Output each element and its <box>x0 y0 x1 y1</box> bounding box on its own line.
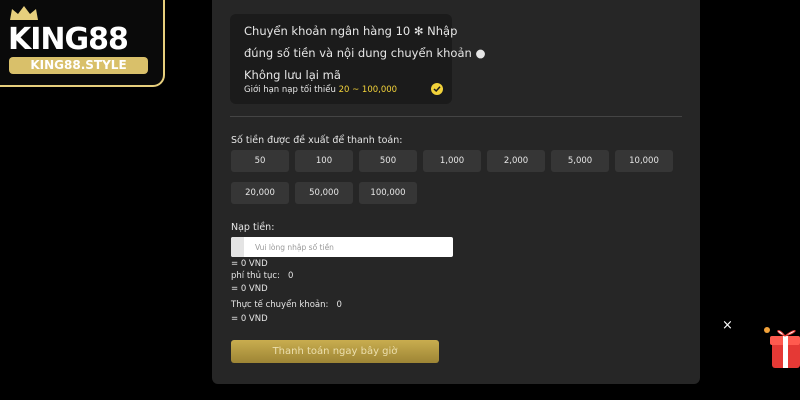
divider <box>230 116 682 117</box>
amount-button-500[interactable]: 500 <box>359 150 417 172</box>
min-limit-text: Giới hạn nạp tối thiểu 20 ~ 100,000 <box>244 85 397 95</box>
info-line-1: Chuyển khoản ngân hàng 10 ✻ Nhập <box>244 24 458 38</box>
amount-button-2000[interactable]: 2,000 <box>487 150 545 172</box>
actual-equals: = 0 VND <box>231 314 268 324</box>
king88-logo: KING88 KING88.STYLE <box>0 0 165 87</box>
amount-button-50000[interactable]: 50,000 <box>295 182 353 204</box>
logo-text: KING88 <box>8 22 129 57</box>
info-line-2: đúng số tiền và nội dung chuyển khoản ● <box>244 46 486 60</box>
actual-label: Thực tế chuyển khoản: <box>231 300 329 310</box>
actual-value: 0 <box>336 300 342 310</box>
amount-input[interactable] <box>247 237 455 257</box>
fee-equals: = 0 VND <box>231 284 268 294</box>
amount-button-100000[interactable]: 100,000 <box>359 182 417 204</box>
close-icon[interactable]: × <box>722 318 733 333</box>
deposit-equals: = 0 VND <box>231 259 268 269</box>
amount-button-1000[interactable]: 1,000 <box>423 150 481 172</box>
fee-value: 0 <box>288 271 294 281</box>
deposit-label: Nạp tiền: <box>231 222 275 233</box>
logo-subtitle: KING88.STYLE <box>9 57 148 74</box>
input-prefix <box>231 237 244 257</box>
fee-row: phí thủ tục: 0 <box>231 271 293 281</box>
amount-button-50[interactable]: 50 <box>231 150 289 172</box>
amount-button-5000[interactable]: 5,000 <box>551 150 609 172</box>
actual-row: Thực tế chuyển khoản: 0 <box>231 300 342 310</box>
amount-input-wrapper <box>231 237 455 257</box>
limit-prefix: Giới hạn nạp tối thiểu <box>244 85 336 95</box>
check-icon <box>431 83 443 95</box>
gift-box-icon[interactable] <box>764 320 800 372</box>
limit-range: 20 ~ 100,000 <box>338 85 398 95</box>
amount-button-100[interactable]: 100 <box>295 150 353 172</box>
crown-icon <box>10 6 38 20</box>
fee-label: phí thủ tục: <box>231 271 280 281</box>
suggested-amounts-label: Số tiền được đề xuất để thanh toán: <box>231 135 403 146</box>
pay-now-button[interactable]: Thanh toán ngay bây giờ <box>231 340 439 363</box>
amount-button-20000[interactable]: 20,000 <box>231 182 289 204</box>
info-line-3: Không lưu lại mã <box>244 68 341 82</box>
amount-button-10000[interactable]: 10,000 <box>615 150 673 172</box>
